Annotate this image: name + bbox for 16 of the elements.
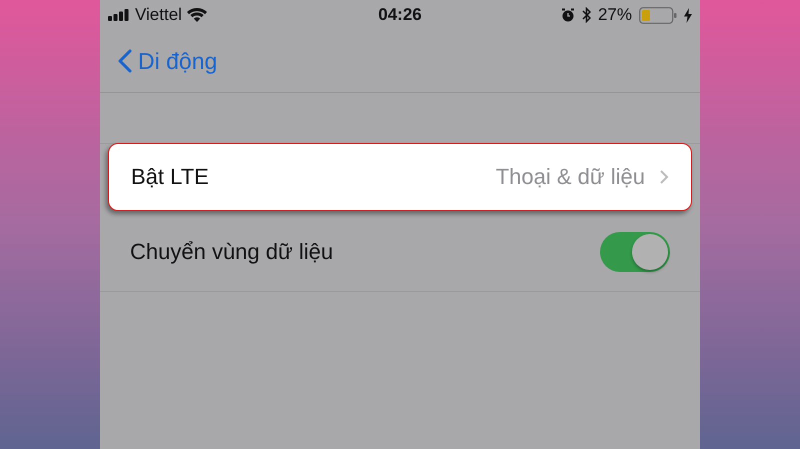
settings-row[interactable]: Bật LTE Thoại & dữ liệu — [108, 143, 692, 211]
bluetooth-icon — [582, 7, 591, 23]
alarm-icon — [560, 8, 575, 22]
status-time: 04:26 — [378, 5, 422, 25]
carrier-name: Viettel — [135, 5, 182, 25]
battery-icon — [638, 6, 677, 24]
settings-row[interactable]: Chuyển vùng dữ liệu — [100, 213, 700, 292]
toggle-switch[interactable] — [600, 232, 670, 272]
row-label: Chuyển vùng dữ liệu — [130, 239, 334, 265]
chevron-icon — [659, 169, 669, 185]
row-value: Thoại & dữ liệu — [496, 164, 645, 190]
row-label: Bật LTE — [131, 164, 210, 190]
signal-icon — [108, 9, 130, 21]
wifi-icon — [186, 8, 207, 22]
back-chevron-icon — [118, 49, 132, 73]
battery-percent: 27% — [598, 5, 632, 25]
